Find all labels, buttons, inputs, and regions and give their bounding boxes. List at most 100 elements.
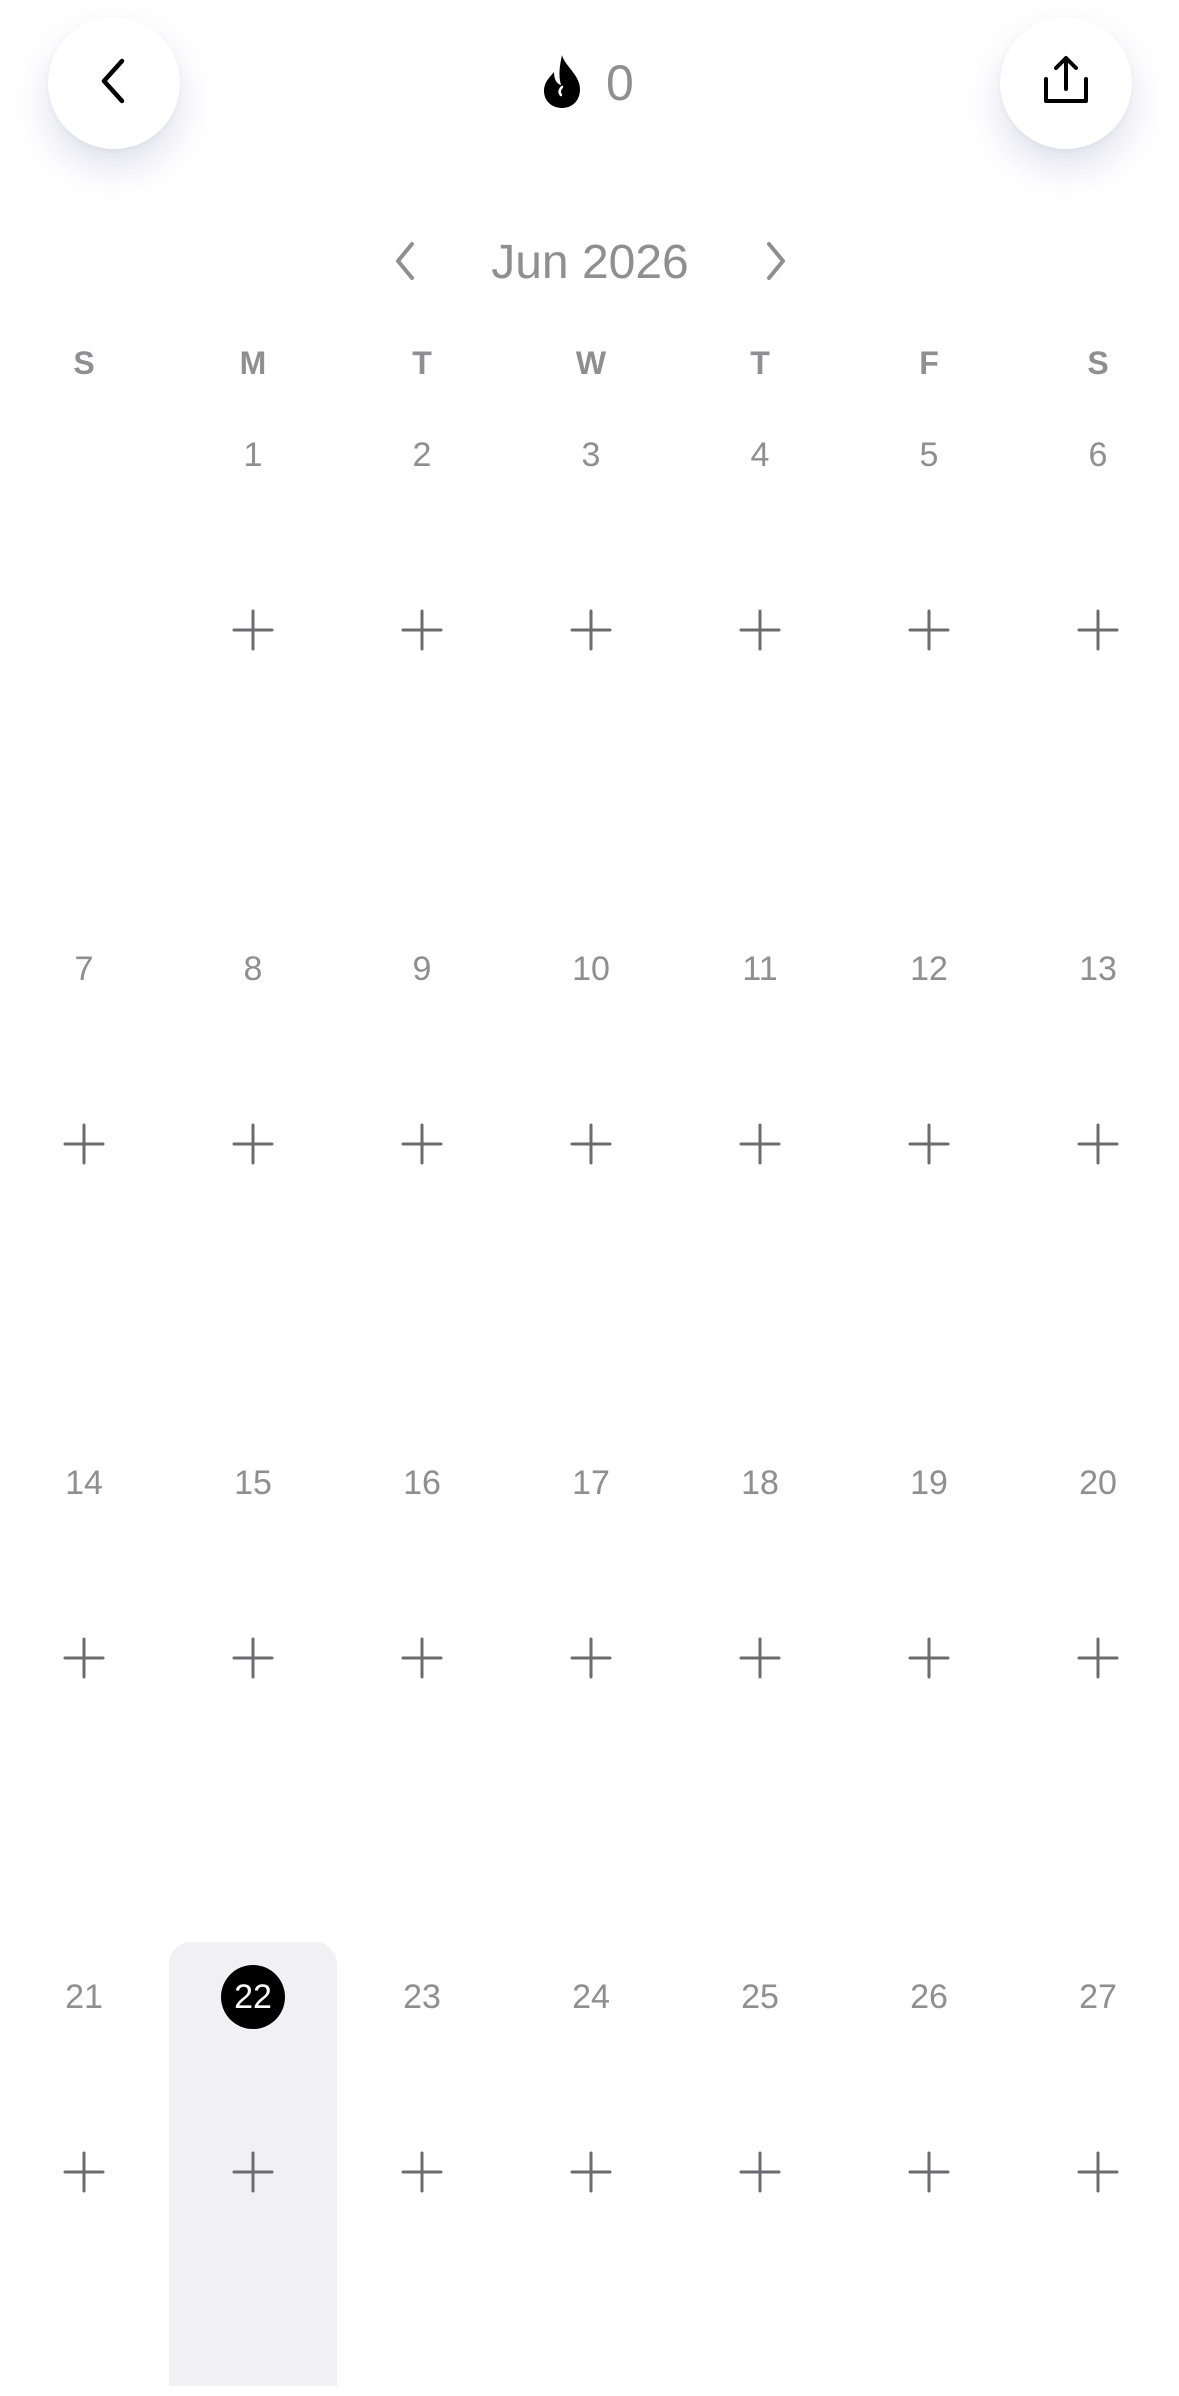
day-number: 25 xyxy=(741,1978,779,2016)
day-cell[interactable]: 20 xyxy=(1014,1428,1179,1942)
day-number: 4 xyxy=(750,436,770,474)
day-cell[interactable]: 12 xyxy=(845,914,1013,1428)
day-number: 2 xyxy=(412,436,432,474)
day-number: 11 xyxy=(742,950,778,988)
day-cell[interactable]: 26 xyxy=(845,1942,1013,2386)
day-cell[interactable]: 27 xyxy=(1014,1942,1179,2386)
add-entry-button[interactable] xyxy=(54,1630,114,1690)
day-cell[interactable]: 25 xyxy=(676,1942,844,2386)
add-entry-button[interactable] xyxy=(392,602,452,662)
add-entry-button[interactable] xyxy=(223,1630,283,1690)
day-cell-today[interactable]: 22 xyxy=(169,1942,337,2386)
day-number: 20 xyxy=(1079,1464,1117,1502)
plus-icon xyxy=(569,1122,613,1171)
day-cell[interactable]: 16 xyxy=(338,1428,506,1942)
day-cell[interactable]: 23 xyxy=(338,1942,506,2386)
chevron-right-icon xyxy=(763,240,789,287)
add-entry-button[interactable] xyxy=(561,1630,621,1690)
add-entry-button[interactable] xyxy=(1068,1630,1128,1690)
day-number: 7 xyxy=(74,950,94,988)
today-badge: 22 xyxy=(221,1965,285,2029)
plus-icon xyxy=(231,1122,275,1171)
day-number: 9 xyxy=(412,950,432,988)
day-number: 13 xyxy=(1079,950,1117,988)
day-number: 16 xyxy=(403,1464,441,1502)
add-entry-button[interactable] xyxy=(392,2144,452,2204)
add-entry-button[interactable] xyxy=(1068,2144,1128,2204)
plus-icon xyxy=(907,1636,951,1685)
plus-icon xyxy=(569,608,613,657)
day-number: 26 xyxy=(910,1978,948,2016)
day-cell[interactable]: 7 xyxy=(0,914,168,1428)
add-entry-button[interactable] xyxy=(899,2144,959,2204)
day-cell[interactable]: 5 xyxy=(845,400,1013,914)
flame-icon xyxy=(540,53,584,114)
plus-icon xyxy=(400,2150,444,2199)
next-month-button[interactable] xyxy=(746,233,806,293)
day-cell[interactable]: 6 xyxy=(1014,400,1179,914)
add-entry-button[interactable] xyxy=(730,1630,790,1690)
add-entry-button[interactable] xyxy=(223,2144,283,2204)
day-cell[interactable]: 4 xyxy=(676,400,844,914)
share-button[interactable] xyxy=(1000,17,1132,149)
day-cell[interactable]: 3 xyxy=(507,400,675,914)
add-entry-button[interactable] xyxy=(392,1116,452,1176)
add-entry-button[interactable] xyxy=(1068,602,1128,662)
streak-count: 0 xyxy=(606,55,634,111)
add-entry-button[interactable] xyxy=(730,602,790,662)
day-number: 27 xyxy=(1079,1978,1117,2016)
day-cell[interactable]: 15 xyxy=(169,1428,337,1942)
month-title: Jun 2026 xyxy=(491,236,689,289)
day-cell[interactable]: 24 xyxy=(507,1942,675,2386)
plus-icon xyxy=(1076,1636,1120,1685)
day-cell[interactable]: 18 xyxy=(676,1428,844,1942)
add-entry-button[interactable] xyxy=(561,1116,621,1176)
day-cell[interactable]: 21 xyxy=(0,1942,168,2386)
month-navigation: Jun 2026 xyxy=(0,228,1179,298)
day-number: 8 xyxy=(243,950,263,988)
plus-icon xyxy=(1076,2150,1120,2199)
day-cell[interactable]: 8 xyxy=(169,914,337,1428)
add-entry-button[interactable] xyxy=(561,2144,621,2204)
day-cell[interactable]: 9 xyxy=(338,914,506,1428)
add-entry-button[interactable] xyxy=(223,602,283,662)
day-number: 6 xyxy=(1088,436,1108,474)
day-cell[interactable]: 10 xyxy=(507,914,675,1428)
plus-icon xyxy=(62,1636,106,1685)
day-cell[interactable]: 14 xyxy=(0,1428,168,1942)
add-entry-button[interactable] xyxy=(730,2144,790,2204)
day-cell[interactable]: 1 xyxy=(169,400,337,914)
weekday-label: M xyxy=(239,345,267,381)
plus-icon xyxy=(907,608,951,657)
previous-month-button[interactable] xyxy=(375,233,435,293)
day-cell[interactable]: 17 xyxy=(507,1428,675,1942)
add-entry-button[interactable] xyxy=(730,1116,790,1176)
add-entry-button[interactable] xyxy=(899,1116,959,1176)
plus-icon xyxy=(400,1636,444,1685)
back-button[interactable] xyxy=(48,17,180,149)
add-entry-button[interactable] xyxy=(899,1630,959,1690)
add-entry-button[interactable] xyxy=(223,1116,283,1176)
day-cell[interactable]: 13 xyxy=(1014,914,1179,1428)
add-entry-button[interactable] xyxy=(1068,1116,1128,1176)
weekday-label: T xyxy=(412,345,432,381)
weekday-label: W xyxy=(575,345,607,381)
weekday-label: F xyxy=(919,345,939,381)
day-number: 12 xyxy=(910,950,948,988)
day-cell[interactable]: 19 xyxy=(845,1428,1013,1942)
day-cell-empty xyxy=(0,400,168,914)
add-entry-button[interactable] xyxy=(54,1116,114,1176)
add-entry-button[interactable] xyxy=(392,1630,452,1690)
plus-icon xyxy=(569,1636,613,1685)
plus-icon xyxy=(231,608,275,657)
day-cell[interactable]: 11 xyxy=(676,914,844,1428)
share-upload-icon xyxy=(1038,53,1094,114)
plus-icon xyxy=(62,1122,106,1171)
add-entry-button[interactable] xyxy=(899,602,959,662)
chevron-left-icon xyxy=(94,55,134,112)
weekday-label: T xyxy=(750,345,770,381)
plus-icon xyxy=(907,1122,951,1171)
add-entry-button[interactable] xyxy=(561,602,621,662)
day-cell[interactable]: 2 xyxy=(338,400,506,914)
add-entry-button[interactable] xyxy=(54,2144,114,2204)
